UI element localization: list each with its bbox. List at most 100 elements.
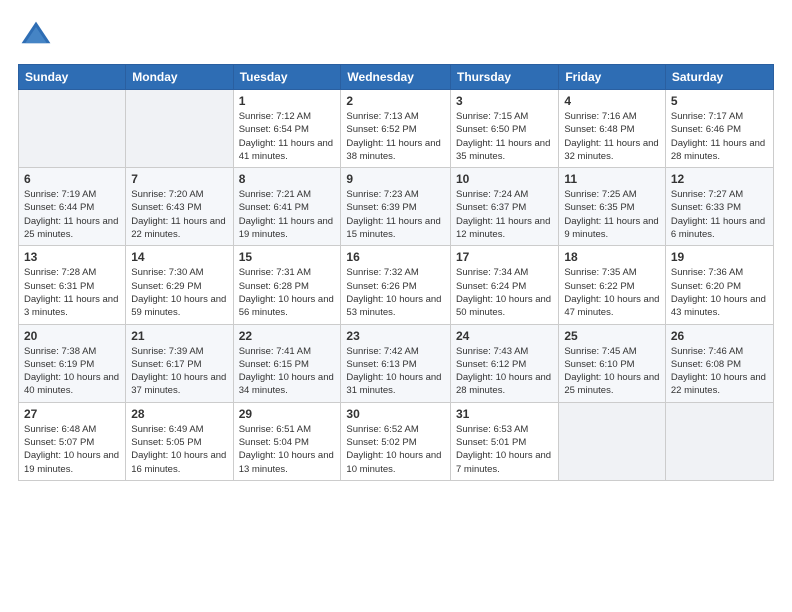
day-number: 6: [24, 172, 120, 186]
day-info: Sunrise: 7:16 AM Sunset: 6:48 PM Dayligh…: [564, 110, 660, 163]
logo-icon: [18, 18, 54, 54]
day-number: 26: [671, 329, 768, 343]
calendar-week-row-1: 1Sunrise: 7:12 AM Sunset: 6:54 PM Daylig…: [19, 90, 774, 168]
day-info: Sunrise: 7:24 AM Sunset: 6:37 PM Dayligh…: [456, 188, 553, 241]
calendar-cell: [665, 402, 773, 480]
day-info: Sunrise: 7:17 AM Sunset: 6:46 PM Dayligh…: [671, 110, 768, 163]
calendar-week-row-4: 20 Sunrise: 7:38 AM Sunset: 6:19 PM Dayli…: [19, 324, 774, 402]
day-number: 23: [346, 329, 445, 343]
logo: [18, 18, 60, 54]
day-number: 30: [346, 407, 445, 421]
day-number: 14: [131, 250, 227, 264]
day-info: Sunrise: 7:38 AM Sunset: 6:19 PM Dayligh…: [24, 345, 120, 398]
calendar-cell: 17Sunrise: 7:34 AM Sunset: 6:24 PM Dayli…: [451, 246, 559, 324]
calendar-cell: 8 Sunrise: 7:21 AM Sunset: 6:41 PM Daylig…: [233, 168, 341, 246]
day-info: Sunrise: 7:41 AM Sunset: 6:15 PM Dayligh…: [239, 345, 336, 398]
day-info: Sunrise: 7:42 AM Sunset: 6:13 PM Dayligh…: [346, 345, 445, 398]
weekday-header-sunday: Sunday: [19, 65, 126, 90]
weekday-header-thursday: Thursday: [451, 65, 559, 90]
day-info: Sunrise: 7:15 AM Sunset: 6:50 PM Dayligh…: [456, 110, 553, 163]
day-info: Sunrise: 7:39 AM Sunset: 6:17 PM Dayligh…: [131, 345, 227, 398]
day-info: Sunrise: 7:46 AM Sunset: 6:08 PM Dayligh…: [671, 345, 768, 398]
day-info: Sunrise: 6:52 AM Sunset: 5:02 PM Dayligh…: [346, 423, 445, 476]
calendar-cell: [126, 90, 233, 168]
calendar-cell: 30 Sunrise: 6:52 AM Sunset: 5:02 PM Dayli…: [341, 402, 451, 480]
day-number: 20: [24, 329, 120, 343]
calendar-cell: 20 Sunrise: 7:38 AM Sunset: 6:19 PM Dayli…: [19, 324, 126, 402]
calendar-cell: 21 Sunrise: 7:39 AM Sunset: 6:17 PM Dayli…: [126, 324, 233, 402]
calendar-cell: 12 Sunrise: 7:27 AM Sunset: 6:33 PM Dayli…: [665, 168, 773, 246]
day-number: 11: [564, 172, 660, 186]
day-info: Sunrise: 6:51 AM Sunset: 5:04 PM Dayligh…: [239, 423, 336, 476]
calendar-cell: 16Sunrise: 7:32 AM Sunset: 6:26 PM Dayli…: [341, 246, 451, 324]
calendar-cell: 22 Sunrise: 7:41 AM Sunset: 6:15 PM Dayli…: [233, 324, 341, 402]
day-number: 5: [671, 94, 768, 108]
day-info: Sunrise: 7:21 AM Sunset: 6:41 PM Dayligh…: [239, 188, 336, 241]
calendar-cell: [559, 402, 666, 480]
weekday-header-saturday: Saturday: [665, 65, 773, 90]
day-info: Sunrise: 7:25 AM Sunset: 6:35 PM Dayligh…: [564, 188, 660, 241]
calendar-cell: 2 Sunrise: 7:13 AM Sunset: 6:52 PM Daylig…: [341, 90, 451, 168]
calendar-cell: 23 Sunrise: 7:42 AM Sunset: 6:13 PM Dayli…: [341, 324, 451, 402]
calendar-week-row-2: 6 Sunrise: 7:19 AM Sunset: 6:44 PM Daylig…: [19, 168, 774, 246]
day-number: 21: [131, 329, 227, 343]
day-info: Sunrise: 7:20 AM Sunset: 6:43 PM Dayligh…: [131, 188, 227, 241]
calendar-cell: 13 Sunrise: 7:28 AM Sunset: 6:31 PM Dayli…: [19, 246, 126, 324]
day-number: 18: [564, 250, 660, 264]
day-info: Sunrise: 7:43 AM Sunset: 6:12 PM Dayligh…: [456, 345, 553, 398]
calendar-week-row-3: 13 Sunrise: 7:28 AM Sunset: 6:31 PM Dayli…: [19, 246, 774, 324]
day-info: Sunrise: 7:23 AM Sunset: 6:39 PM Dayligh…: [346, 188, 445, 241]
day-number: 17: [456, 250, 553, 264]
day-number: 12: [671, 172, 768, 186]
day-info: Sunrise: 7:28 AM Sunset: 6:31 PM Dayligh…: [24, 266, 120, 319]
day-number: 10: [456, 172, 553, 186]
day-info: Sunrise: 7:27 AM Sunset: 6:33 PM Dayligh…: [671, 188, 768, 241]
calendar-cell: 9 Sunrise: 7:23 AM Sunset: 6:39 PM Daylig…: [341, 168, 451, 246]
page: SundayMondayTuesdayWednesdayThursdayFrid…: [0, 0, 792, 612]
weekday-header-tuesday: Tuesday: [233, 65, 341, 90]
day-info: Sunrise: 7:13 AM Sunset: 6:52 PM Dayligh…: [346, 110, 445, 163]
calendar-cell: 4 Sunrise: 7:16 AM Sunset: 6:48 PM Daylig…: [559, 90, 666, 168]
day-info: Sunrise: 7:19 AM Sunset: 6:44 PM Dayligh…: [24, 188, 120, 241]
calendar-cell: 19 Sunrise: 7:36 AM Sunset: 6:20 PM Dayli…: [665, 246, 773, 324]
day-number: 2: [346, 94, 445, 108]
day-number: 7: [131, 172, 227, 186]
calendar-cell: 1Sunrise: 7:12 AM Sunset: 6:54 PM Daylig…: [233, 90, 341, 168]
calendar-cell: 28Sunrise: 6:49 AM Sunset: 5:05 PM Dayli…: [126, 402, 233, 480]
calendar-cell: 15 Sunrise: 7:31 AM Sunset: 6:28 PM Dayli…: [233, 246, 341, 324]
day-number: 28: [131, 407, 227, 421]
day-number: 27: [24, 407, 120, 421]
day-number: 31: [456, 407, 553, 421]
day-info: Sunrise: 7:36 AM Sunset: 6:20 PM Dayligh…: [671, 266, 768, 319]
day-number: 22: [239, 329, 336, 343]
weekday-header-monday: Monday: [126, 65, 233, 90]
calendar-cell: 25Sunrise: 7:45 AM Sunset: 6:10 PM Dayli…: [559, 324, 666, 402]
calendar-table: SundayMondayTuesdayWednesdayThursdayFrid…: [18, 64, 774, 481]
day-number: 29: [239, 407, 336, 421]
weekday-header-friday: Friday: [559, 65, 666, 90]
day-number: 3: [456, 94, 553, 108]
calendar-cell: [19, 90, 126, 168]
calendar-cell: 14 Sunrise: 7:30 AM Sunset: 6:29 PM Dayli…: [126, 246, 233, 324]
day-number: 13: [24, 250, 120, 264]
header: [18, 18, 774, 54]
calendar-cell: 5 Sunrise: 7:17 AM Sunset: 6:46 PM Daylig…: [665, 90, 773, 168]
calendar-cell: 7 Sunrise: 7:20 AM Sunset: 6:43 PM Daylig…: [126, 168, 233, 246]
day-number: 24: [456, 329, 553, 343]
day-number: 9: [346, 172, 445, 186]
day-number: 8: [239, 172, 336, 186]
calendar-cell: 31Sunrise: 6:53 AM Sunset: 5:01 PM Dayli…: [451, 402, 559, 480]
calendar-cell: 29 Sunrise: 6:51 AM Sunset: 5:04 PM Dayli…: [233, 402, 341, 480]
calendar-cell: 6 Sunrise: 7:19 AM Sunset: 6:44 PM Daylig…: [19, 168, 126, 246]
day-number: 16: [346, 250, 445, 264]
day-info: Sunrise: 7:30 AM Sunset: 6:29 PM Dayligh…: [131, 266, 227, 319]
weekday-header-row: SundayMondayTuesdayWednesdayThursdayFrid…: [19, 65, 774, 90]
day-info: Sunrise: 7:35 AM Sunset: 6:22 PM Dayligh…: [564, 266, 660, 319]
calendar-week-row-5: 27Sunrise: 6:48 AM Sunset: 5:07 PM Dayli…: [19, 402, 774, 480]
day-info: Sunrise: 7:12 AM Sunset: 6:54 PM Dayligh…: [239, 110, 336, 163]
day-info: Sunrise: 7:31 AM Sunset: 6:28 PM Dayligh…: [239, 266, 336, 319]
day-number: 19: [671, 250, 768, 264]
day-number: 15: [239, 250, 336, 264]
calendar-cell: 10 Sunrise: 7:24 AM Sunset: 6:37 PM Dayli…: [451, 168, 559, 246]
day-number: 4: [564, 94, 660, 108]
